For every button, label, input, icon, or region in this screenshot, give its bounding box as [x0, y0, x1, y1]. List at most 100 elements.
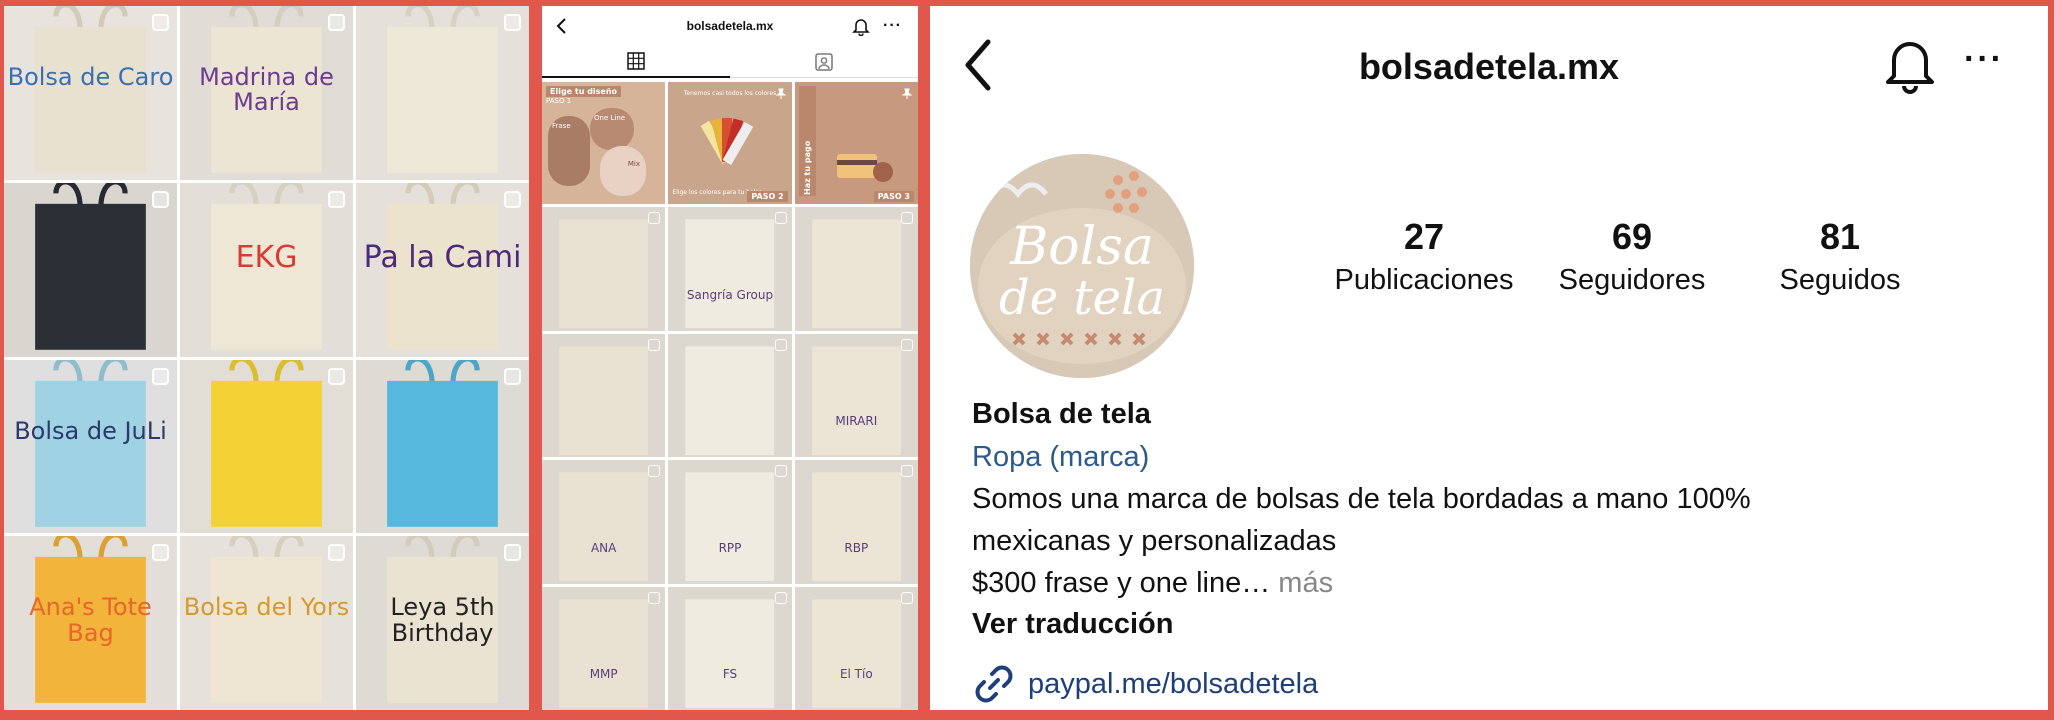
frase-label: Frase — [552, 122, 571, 130]
select-checkbox[interactable] — [901, 591, 913, 604]
promo-step: PASO 1 — [546, 97, 572, 105]
select-checkbox[interactable] — [152, 14, 169, 31]
stat-publicaciones[interactable]: 27 Publicaciones — [1320, 216, 1528, 297]
photo-tile[interactable]: Ana's Tote Bag — [4, 536, 177, 710]
middle-account-title: bolsadetela.mx — [686, 19, 774, 33]
bio-line: Somos una marca de bolsas de tela bordad… — [972, 483, 1751, 515]
tote-bag-image — [35, 359, 146, 527]
profile-username: bolsadetela.mx — [1358, 46, 1620, 87]
select-checkbox[interactable] — [648, 338, 661, 351]
see-translation-link[interactable]: Ver traducción — [972, 608, 2012, 641]
select-checkbox[interactable] — [328, 367, 345, 385]
select-checkbox[interactable] — [648, 591, 661, 604]
photo-tile[interactable] — [4, 182, 177, 357]
select-checkbox[interactable] — [504, 14, 521, 31]
more-options-icon[interactable]: ··· — [1964, 40, 2004, 79]
select-checkbox[interactable] — [152, 367, 169, 385]
pin-icon — [902, 88, 912, 99]
photo-tile[interactable]: MIRARI — [794, 333, 918, 457]
right-profile-panel: bolsadetela.mx ··· Bolsa de tela 27 Publi… — [930, 6, 2048, 710]
photo-tile[interactable]: EKG — [180, 182, 353, 357]
promo-step: PASO 3 — [873, 191, 914, 202]
left-photo-grid: Bolsa de Caro Madrina de María EKG Pa la Ca… — [4, 6, 529, 710]
promo-tile-paso-1[interactable]: Elige tu diseño PASO 1 Frase One Line Mi… — [542, 82, 666, 204]
photo-tile[interactable]: Bolsa de Caro — [4, 6, 177, 180]
select-checkbox[interactable] — [774, 465, 787, 477]
pin-icon — [775, 88, 786, 99]
photo-tile[interactable]: El Tío — [794, 586, 918, 710]
select-checkbox[interactable] — [901, 212, 913, 224]
promo-header: Elige tu diseño — [546, 86, 622, 97]
frase-shape: Frase — [548, 116, 590, 186]
bell-icon[interactable] — [852, 16, 870, 36]
select-checkbox[interactable] — [901, 465, 913, 477]
select-checkbox[interactable] — [152, 190, 169, 208]
stat-seguidores[interactable]: 69 Seguidores — [1528, 216, 1736, 297]
color-palette-icon — [700, 117, 754, 165]
select-checkbox[interactable] — [152, 544, 169, 562]
mix-shape: Mix — [600, 146, 646, 196]
bell-icon[interactable] — [1882, 34, 1938, 96]
photo-tile[interactable]: Bolsa de JuLi — [4, 359, 177, 534]
tote-bag-image — [559, 472, 649, 582]
profile-link[interactable]: paypal.me/bolsadetela — [972, 662, 1318, 706]
photo-tile[interactable]: Bolsa del Yors — [180, 536, 353, 710]
photo-tile[interactable] — [542, 207, 666, 331]
photo-tile[interactable] — [542, 333, 666, 457]
select-checkbox[interactable] — [328, 544, 345, 562]
back-chevron-icon[interactable] — [552, 16, 572, 36]
photo-tile[interactable]: RPP — [668, 460, 792, 584]
photo-tile[interactable] — [180, 359, 353, 534]
profile-bio: Bolsa de tela Ropa (marca) Somos una mar… — [972, 398, 2012, 641]
profile-stats: 27 Publicaciones 69 Seguidores 81 Seguidos — [1320, 216, 1944, 297]
link-text: paypal.me/bolsadetela — [1028, 667, 1319, 700]
tote-bag-image — [811, 219, 901, 329]
select-checkbox[interactable] — [328, 190, 345, 208]
tote-bag-image — [387, 536, 498, 704]
tab-tagged[interactable] — [730, 46, 918, 78]
grid-icon — [627, 52, 645, 70]
select-checkbox[interactable] — [648, 212, 661, 224]
left-screenshot-panel: Bolsa de Caro Madrina de María EKG Pa la Ca… — [4, 6, 529, 710]
select-checkbox[interactable] — [504, 544, 521, 562]
tote-bag-image — [685, 345, 775, 455]
photo-tile[interactable]: Leya 5th Birthday — [356, 536, 529, 710]
more-link[interactable]: más — [1270, 567, 1333, 599]
photo-tile[interactable] — [356, 359, 529, 534]
tote-bag-image — [211, 182, 322, 350]
payment-card-icon — [836, 154, 893, 182]
tote-bag-image — [685, 472, 775, 582]
select-checkbox[interactable] — [774, 591, 787, 604]
select-checkbox[interactable] — [328, 14, 345, 31]
photo-tile[interactable]: Pa la Cami — [356, 182, 529, 357]
stat-seguidos[interactable]: 81 Seguidos — [1736, 216, 1944, 297]
photo-tile[interactable] — [356, 6, 529, 180]
tote-bag-image — [811, 472, 901, 582]
photo-tile[interactable]: Sangría Group — [668, 207, 792, 331]
photo-tile[interactable]: RBP — [794, 460, 918, 584]
stat-value: 69 — [1611, 216, 1653, 257]
select-checkbox[interactable] — [774, 338, 787, 351]
select-checkbox[interactable] — [774, 212, 787, 224]
select-checkbox[interactable] — [648, 465, 661, 477]
photo-tile[interactable] — [794, 207, 918, 331]
bio-text: Somos una marca de bolsas de tela bordad… — [972, 478, 2012, 604]
tote-bag-image — [35, 6, 146, 173]
mix-label: Mix — [627, 160, 640, 168]
tote-bag-image — [211, 536, 322, 704]
photo-tile[interactable]: ANA — [542, 460, 666, 584]
promo-tile-paso-2[interactable]: Tenemos casi todos los colores Elige los… — [668, 82, 792, 204]
more-options-icon[interactable]: ··· — [883, 17, 902, 35]
promo-tile-paso-3[interactable]: Haz tu pago PASO 3 — [794, 82, 918, 204]
photo-tile[interactable]: Madrina de María — [180, 6, 353, 180]
profile-category[interactable]: Ropa (marca) — [972, 441, 2012, 474]
select-checkbox[interactable] — [901, 338, 913, 351]
photo-tile[interactable]: FS — [668, 586, 792, 710]
select-checkbox[interactable] — [504, 190, 521, 208]
select-checkbox[interactable] — [504, 367, 521, 385]
photo-tile[interactable]: MMP — [542, 586, 666, 710]
tab-grid[interactable] — [542, 46, 730, 78]
photo-tile[interactable] — [668, 333, 792, 457]
tote-bag-image — [387, 6, 498, 173]
profile-avatar[interactable]: Bolsa de tela — [970, 154, 1194, 378]
